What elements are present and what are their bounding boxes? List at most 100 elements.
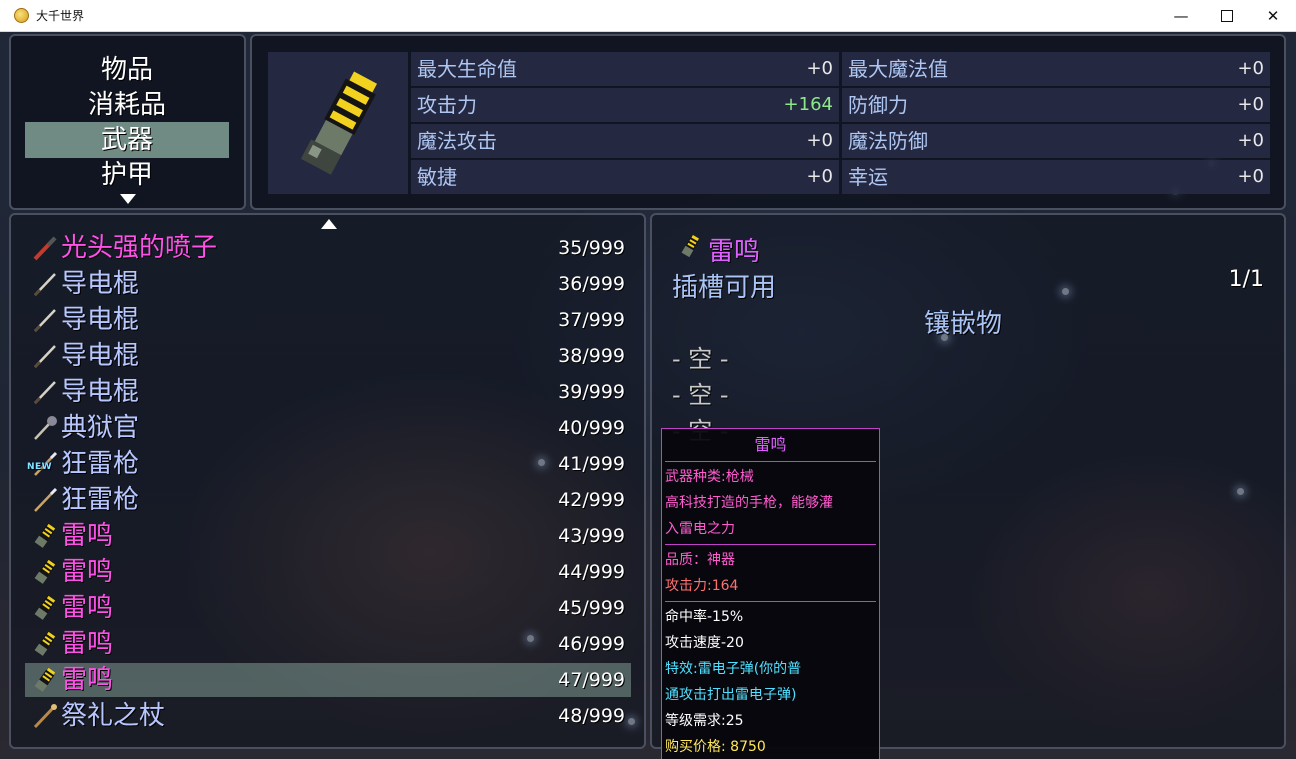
item-row[interactable]: 光头强的喷子 35/999 — [25, 231, 631, 265]
thunder-gun-icon — [31, 630, 59, 658]
app-icon — [14, 8, 29, 23]
item-quantity: 45/999 — [558, 597, 625, 619]
stat-label: 防御力 — [848, 93, 908, 117]
item-name: 导电棍 — [61, 269, 140, 299]
baton-icon — [31, 342, 59, 370]
item-quantity: 46/999 — [558, 633, 625, 655]
minimize-button[interactable]: — — [1158, 0, 1204, 31]
tooltip-quality: 品质：神器 — [665, 552, 735, 568]
stat-value: +0 — [806, 166, 833, 187]
item-row[interactable]: 导电棍 39/999 — [25, 375, 631, 409]
item-row[interactable]: 狂雷枪 42/999 — [25, 483, 631, 517]
tooltip-hit-rate: 命中率-15% — [665, 609, 744, 625]
item-row[interactable]: 雷鸣 46/999 — [25, 627, 631, 661]
item-quantity: 35/999 — [558, 237, 625, 259]
item-row[interactable]: 典狱官 40/999 — [25, 411, 631, 445]
stat-agility: 敏捷 +0 — [411, 160, 839, 194]
stat-max-mp: 最大魔法值 +0 — [842, 52, 1270, 86]
scroll-up-arrow-icon[interactable] — [321, 219, 337, 229]
maximize-icon — [1221, 9, 1233, 22]
baton-icon — [31, 378, 59, 406]
category-armor[interactable]: 护甲 — [25, 157, 229, 193]
tooltip-divider — [665, 544, 876, 545]
item-name: 导电棍 — [61, 377, 140, 407]
mace-icon — [31, 414, 59, 442]
stats-panel: 最大生命值 +0 攻击力 +164 魔法攻击 +0 敏捷 +0 最大魔法值 +0… — [250, 34, 1286, 210]
item-quantity: 43/999 — [558, 525, 625, 547]
stat-label: 最大生命值 — [417, 57, 517, 81]
empty-slot[interactable]: - 空 - — [672, 339, 729, 374]
item-list-panel: 光头强的喷子 35/999 导电棍 36/999 导电棍 37/999 导电棍 38/999 导… — [9, 213, 646, 749]
window-titlebar: 大千世界 — ✕ — [0, 0, 1296, 32]
item-quantity: 41/999 — [558, 453, 625, 475]
thunder-gun-icon — [300, 71, 378, 175]
stat-value: +0 — [1237, 58, 1264, 79]
tooltip-attack: 攻击力:164 — [665, 578, 739, 594]
slot-count: 1/1 — [1228, 267, 1264, 292]
stat-value: +0 — [1237, 166, 1264, 187]
stat-magic-defense: 魔法防御 +0 — [842, 124, 1270, 158]
tooltip-attack-speed: 攻击速度-20 — [665, 635, 744, 651]
stat-value: +0 — [806, 58, 833, 79]
maximize-button[interactable] — [1204, 0, 1250, 31]
item-name: 祭礼之杖 — [61, 701, 166, 731]
item-name: 狂雷枪 — [61, 485, 140, 515]
tooltip-special-effect: 特效:雷电子弹(你的普 — [665, 661, 802, 677]
item-row[interactable]: 导电棍 38/999 — [25, 339, 631, 373]
item-row[interactable]: 雷鸣 43/999 — [25, 519, 631, 553]
item-row[interactable]: 祭礼之杖 48/999 — [25, 699, 631, 733]
minimize-icon: — — [1173, 6, 1189, 25]
item-row[interactable]: 导电棍 37/999 — [25, 303, 631, 337]
empty-slot[interactable]: - 空 - — [672, 375, 729, 410]
item-row[interactable]: 雷鸣 47/999 — [25, 663, 631, 697]
stat-attack: 攻击力 +164 — [411, 88, 839, 122]
tooltip-description: 入雷电之力 — [665, 521, 735, 537]
staff-icon — [31, 702, 59, 730]
category-consumables[interactable]: 消耗品 — [25, 87, 229, 123]
spear-icon — [31, 486, 59, 514]
item-name: 典狱官 — [61, 413, 140, 443]
item-row[interactable]: NEW 狂雷枪 41/999 — [25, 447, 631, 481]
stat-max-hp: 最大生命值 +0 — [411, 52, 839, 86]
item-name: 雷鸣 — [61, 593, 114, 623]
category-items[interactable]: 物品 — [25, 52, 229, 88]
item-quantity: 47/999 — [558, 669, 625, 691]
thunder-gun-icon — [31, 522, 59, 550]
item-name: 导电棍 — [61, 305, 140, 335]
stat-label: 最大魔法值 — [848, 57, 948, 81]
item-quantity: 40/999 — [558, 417, 625, 439]
stat-magic-attack: 魔法攻击 +0 — [411, 124, 839, 158]
item-name: 雷鸣 — [61, 665, 114, 695]
item-name: 雷鸣 — [61, 521, 114, 551]
new-badge: NEW — [27, 462, 53, 472]
scroll-down-arrow-icon[interactable] — [120, 194, 136, 204]
detail-item-name: 雷鸣 — [708, 237, 761, 267]
item-row[interactable]: 导电棍 36/999 — [25, 267, 631, 301]
item-quantity: 39/999 — [558, 381, 625, 403]
item-preview — [268, 52, 408, 194]
tooltip-price: 购买价格: 8750 — [665, 739, 766, 755]
thunder-gun-icon — [681, 234, 699, 258]
close-button[interactable]: ✕ — [1250, 0, 1296, 31]
stat-luck: 幸运 +0 — [842, 160, 1270, 194]
item-row[interactable]: 雷鸣 44/999 — [25, 555, 631, 589]
thunder-gun-icon — [31, 558, 59, 586]
window-title: 大千世界 — [36, 9, 85, 23]
baton-icon — [31, 270, 59, 298]
slot-available-label: 插槽可用 — [672, 273, 777, 303]
stat-value: +0 — [1237, 94, 1264, 115]
close-icon: ✕ — [1266, 6, 1280, 25]
stat-value: +0 — [806, 130, 833, 151]
category-panel: 物品 消耗品 武器 护甲 — [9, 34, 246, 210]
item-quantity: 38/999 — [558, 345, 625, 367]
category-weapons[interactable]: 武器 — [25, 122, 229, 158]
item-row[interactable]: 雷鸣 45/999 — [25, 591, 631, 625]
tooltip-special-effect: 通攻击打出雷电子弹) — [665, 687, 797, 703]
shotgun-icon — [31, 234, 59, 262]
item-name: 导电棍 — [61, 341, 140, 371]
tooltip-divider — [665, 601, 876, 602]
stat-label: 魔法防御 — [848, 129, 928, 153]
stat-defense: 防御力 +0 — [842, 88, 1270, 122]
item-quantity: 36/999 — [558, 273, 625, 295]
tooltip-title: 雷鸣 — [754, 435, 787, 454]
